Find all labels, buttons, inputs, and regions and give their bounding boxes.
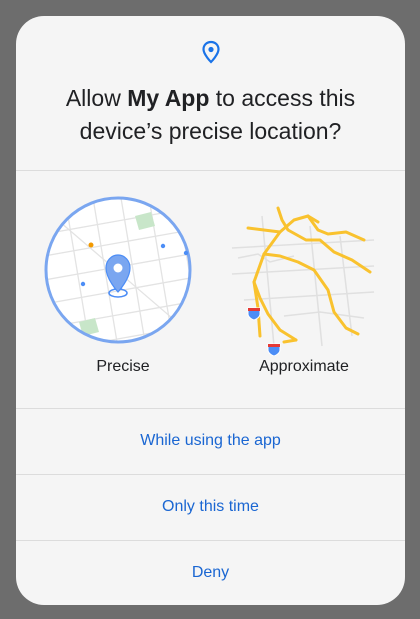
approximate-map-icon <box>231 206 375 356</box>
precise-label: Precise <box>96 358 150 375</box>
highway-shield-icon <box>247 307 261 321</box>
while-using-app-button[interactable]: While using the app <box>16 408 405 473</box>
highway-shield-icon <box>267 343 281 356</box>
precise-map-icon <box>44 196 192 344</box>
dialog-title: Allow My App to access this device’s pre… <box>65 85 356 144</box>
approximate-label: Approximate <box>259 358 349 375</box>
precise-option[interactable]: Precise <box>43 196 203 396</box>
deny-button[interactable]: Deny <box>16 540 405 605</box>
permission-dialog: Allow My App to access this device’s pre… <box>16 16 405 605</box>
divider <box>16 170 405 171</box>
only-this-time-button[interactable]: Only this time <box>16 474 405 539</box>
location-pin-icon <box>202 40 220 64</box>
app-name: My App <box>127 85 210 111</box>
dialog-header: Allow My App to access this device’s pre… <box>16 16 405 170</box>
approximate-option[interactable]: Approximate <box>224 196 384 396</box>
